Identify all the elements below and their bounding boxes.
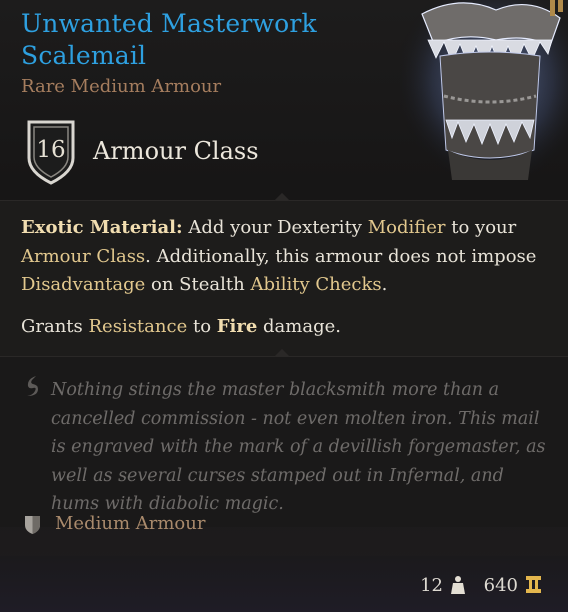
resistance-property: Grants Resistance to Fire damage. — [21, 313, 551, 342]
property-text: . Additionally, this armour does not imp… — [145, 245, 537, 267]
exotic-material-property: Exotic Material: Add your Dexterity Modi… — [21, 214, 551, 300]
item-subtitle: Rare Medium Armour — [21, 76, 222, 97]
gold-coin-icon — [526, 576, 541, 593]
weight-value: 12 — [420, 575, 443, 596]
armour-category-label: Medium Armour — [55, 513, 206, 534]
property-text: Add your Dexterity — [182, 217, 368, 238]
item-name: Unwanted Masterwork Scalemail — [21, 9, 317, 70]
keyword-link[interactable]: Resistance — [89, 316, 188, 337]
property-text: . — [381, 274, 388, 295]
item-tooltip: Unwanted Masterwork Scalemail Rare Mediu… — [0, 0, 568, 612]
armour-class-label: Armour Class — [93, 137, 259, 165]
damage-type-keyword[interactable]: Fire — [217, 316, 258, 337]
property-text: damage. — [257, 316, 341, 337]
keyword-link[interactable]: Ability Checks — [250, 274, 381, 295]
property-title: Exotic Material: — [21, 217, 183, 238]
medium-armour-icon — [25, 516, 40, 534]
property-text: to your — [445, 217, 517, 238]
property-text: to — [187, 316, 217, 337]
tooltip-header: Unwanted Masterwork Scalemail Rare Mediu… — [0, 0, 568, 200]
keyword-link[interactable]: Disadvantage — [21, 274, 145, 295]
keyword-link[interactable]: Modifier — [368, 217, 446, 238]
weight-icon — [451, 576, 465, 594]
quill-icon — [27, 376, 38, 396]
property-text: on Stealth — [145, 274, 251, 295]
keyword-link[interactable]: Armour Class — [21, 246, 145, 267]
property-text: Grants — [21, 316, 89, 337]
scalemail-armour-art — [400, 0, 568, 180]
armour-class-value: 16 — [36, 137, 66, 163]
lore-text: Nothing stings the master blacksmith mor… — [51, 380, 546, 514]
item-properties: Exotic Material: Add your Dexterity Modi… — [0, 201, 568, 356]
gold-value: 640 — [483, 575, 518, 596]
